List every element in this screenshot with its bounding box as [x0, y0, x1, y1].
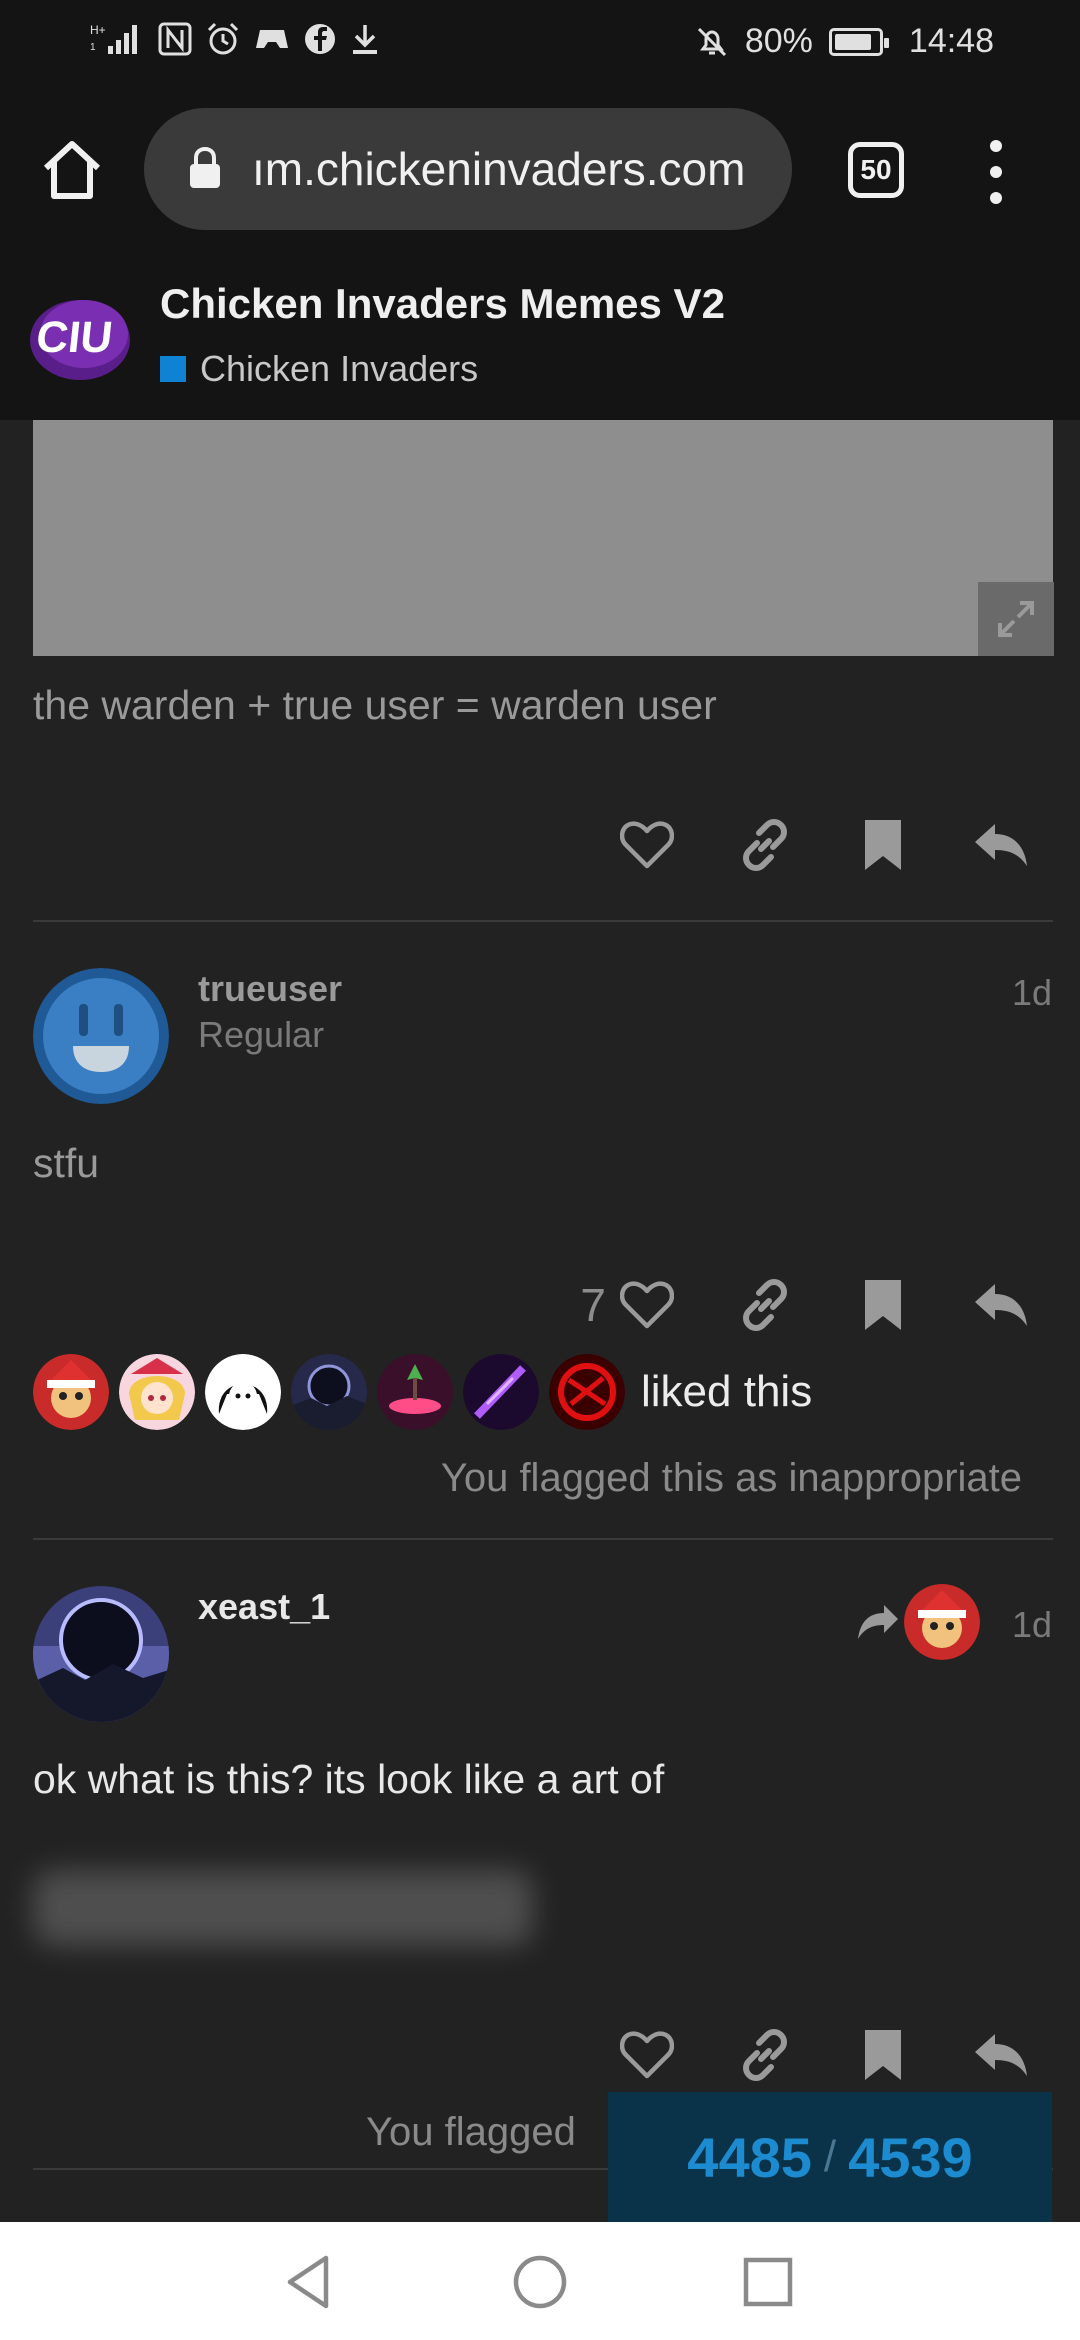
svg-text:H+: H+ — [90, 23, 106, 37]
heart-icon — [620, 821, 674, 869]
like-button[interactable] — [588, 2020, 706, 2090]
avatar[interactable] — [33, 1586, 169, 1722]
battery-percent: 80% — [744, 22, 813, 60]
status-bar: H+ 1 80% 14:48 — [0, 0, 1080, 84]
flag-notice: You flagged — [366, 2110, 576, 2154]
nfc-icon — [158, 22, 192, 56]
category-name: Chicken Invaders — [200, 348, 479, 389]
user-title: Regular — [198, 1014, 325, 1055]
category-color-swatch — [160, 356, 186, 382]
bookmark-button[interactable] — [824, 810, 942, 880]
post-divider — [33, 1538, 1053, 1540]
link-icon — [743, 1279, 787, 1331]
share-link-button[interactable] — [706, 2020, 824, 2090]
logo-text: CIU — [34, 313, 115, 362]
bookmark-button[interactable] — [824, 1270, 942, 1340]
post-actions — [588, 810, 1060, 880]
blurred-spoiler[interactable] — [33, 1870, 533, 1946]
status-left-icons: H+ 1 — [90, 22, 380, 56]
liker-avatar[interactable] — [33, 1354, 109, 1430]
reply-to-arrow-icon — [858, 1605, 898, 1639]
heart-icon — [620, 2031, 674, 2079]
topic-header: CIU Chicken Invaders Memes V2 Chicken In… — [0, 256, 1080, 420]
reply-button[interactable] — [942, 810, 1060, 880]
progress-current: 4485 — [687, 2125, 812, 2189]
liker-avatar[interactable] — [463, 1354, 539, 1430]
mute-icon — [697, 27, 726, 56]
facebook-icon — [305, 24, 335, 54]
browser-toolbar: ım.chickeninvaders.com 50 — [0, 84, 1080, 256]
like-button[interactable] — [588, 1270, 706, 1340]
link-icon — [743, 2029, 787, 2081]
recents-icon[interactable] — [738, 2252, 798, 2312]
site-logo[interactable]: CIU — [28, 286, 140, 384]
home-circle-icon[interactable] — [510, 2252, 570, 2312]
share-link-button[interactable] — [706, 810, 824, 880]
category-badge[interactable]: Chicken Invaders — [160, 348, 478, 390]
svg-text:1: 1 — [90, 42, 96, 53]
liker-avatar[interactable] — [205, 1354, 281, 1430]
post-text: stfu — [33, 1140, 100, 1186]
progress-separator: / — [823, 2132, 837, 2181]
liked-this-text[interactable]: liked this — [641, 1367, 812, 1417]
reply-button[interactable] — [942, 2020, 1060, 2090]
liker-avatar[interactable] — [291, 1354, 367, 1430]
post-actions — [588, 2020, 1060, 2090]
share-link-button[interactable] — [706, 1270, 824, 1340]
reply-icon — [975, 1284, 1027, 1326]
flag-notice: You flagged this as inappropriate — [440, 1456, 1022, 1500]
url-text: ım.chickeninvaders.com — [252, 143, 746, 195]
download-icon — [353, 25, 377, 54]
alarm-icon — [207, 22, 239, 55]
address-bar[interactable]: ım.chickeninvaders.com — [144, 108, 792, 230]
post-text: ok what is this? its look like a art of — [33, 1756, 665, 1802]
like-button[interactable] — [588, 810, 706, 880]
reply-to-avatar[interactable] — [904, 1584, 980, 1660]
post-divider — [33, 920, 1053, 922]
post-actions: 7 — [580, 1270, 1060, 1340]
status-right: 80% 14:48 — [695, 22, 994, 61]
reply-icon — [975, 2034, 1027, 2076]
battery-icon — [828, 27, 889, 56]
username[interactable]: xeast_1 — [198, 1586, 330, 1628]
liker-avatar[interactable] — [119, 1354, 195, 1430]
reply-button[interactable] — [942, 1270, 1060, 1340]
bookmark-button[interactable] — [824, 2020, 942, 2090]
expand-image-button[interactable] — [978, 582, 1054, 656]
post-time[interactable]: 1d — [1012, 1604, 1052, 1646]
topic-title[interactable]: Chicken Invaders Memes V2 — [160, 280, 725, 328]
liker-avatar[interactable] — [549, 1354, 625, 1430]
post-image-placeholder[interactable] — [33, 420, 1053, 656]
username[interactable]: trueuser — [198, 968, 342, 1010]
tab-switcher-button[interactable]: 50 — [848, 142, 904, 198]
topic-progress-indicator[interactable]: 4485 / 4539 — [608, 2092, 1052, 2222]
game-icon — [256, 30, 288, 48]
progress-total: 4539 — [848, 2125, 973, 2189]
reply-icon — [975, 824, 1027, 866]
bookmark-icon — [865, 1280, 901, 1330]
back-icon[interactable] — [280, 2252, 340, 2312]
bookmark-icon — [865, 2030, 901, 2080]
post-time[interactable]: 1d — [1012, 972, 1052, 1014]
lock-icon — [190, 146, 220, 188]
post-stream: the warden + true user = warden user tru… — [0, 420, 1080, 2222]
reply-to-indicator[interactable] — [856, 1584, 980, 1660]
system-navigation-bar — [0, 2222, 1080, 2340]
heart-icon — [620, 1281, 674, 1329]
overflow-menu-button[interactable] — [980, 140, 1012, 204]
liker-avatar[interactable] — [377, 1354, 453, 1430]
expand-icon — [998, 601, 1034, 637]
clock: 14:48 — [908, 22, 994, 60]
home-icon[interactable] — [36, 134, 108, 206]
signal-icon: H+ 1 — [90, 23, 137, 54]
likers-list: liked this — [33, 1354, 812, 1430]
post-text: the warden + true user = warden user — [33, 682, 717, 728]
bookmark-icon — [865, 820, 901, 870]
avatar[interactable] — [33, 968, 169, 1104]
link-icon — [743, 819, 787, 871]
